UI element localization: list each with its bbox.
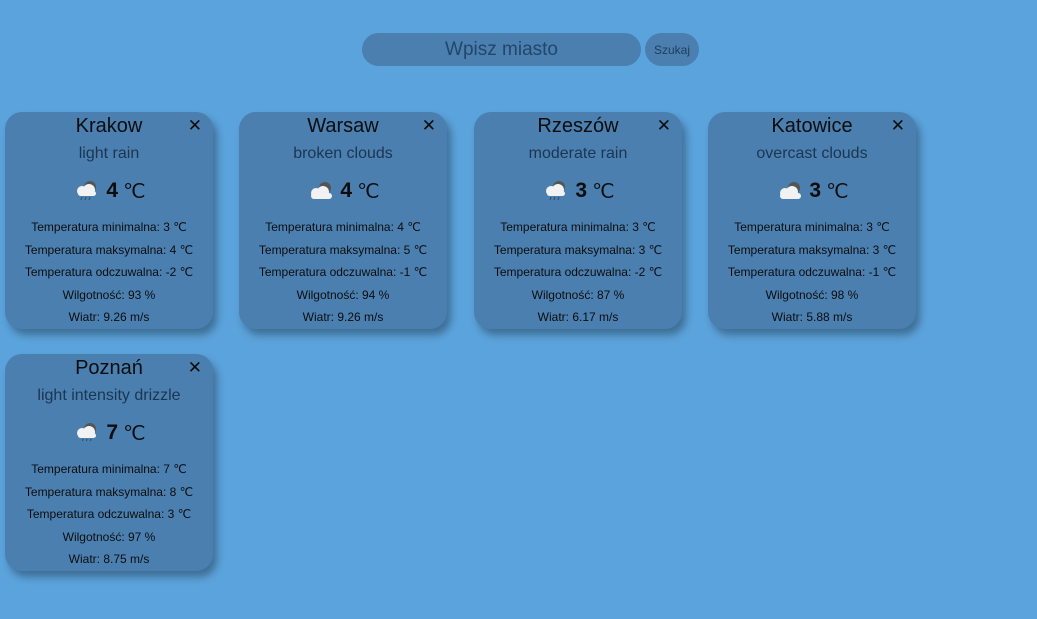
search-bar: Szukaj <box>362 33 699 66</box>
min-temperature: Temperatura minimalna: 7 ℃ <box>31 462 187 476</box>
feels-like-temperature: Temperatura odczuwalna: -2 ℃ <box>493 265 663 279</box>
card-temperature: 4 ℃ <box>5 178 213 204</box>
card-details: Temperatura minimalna: 4 ℃ Temperatura m… <box>239 216 447 329</box>
temperature-unit: ℃ <box>123 180 146 203</box>
search-button[interactable]: Szukaj <box>645 33 699 66</box>
card-description: light rain <box>78 145 140 162</box>
card-city-name: Warsaw <box>307 115 379 137</box>
close-icon[interactable]: ✕ <box>891 116 905 136</box>
max-temperature: Temperatura maksymalna: 4 ℃ <box>24 242 194 257</box>
max-temperature: Temperatura maksymalna: 3 ℃ <box>727 242 897 257</box>
feels-like-temperature: Temperatura odczuwalna: -2 ℃ <box>24 265 194 279</box>
temperature-value: 7 <box>106 421 119 444</box>
feels-like-temperature: Temperatura odczuwalna: -1 ℃ <box>727 265 897 279</box>
card-description: broken clouds <box>293 145 393 162</box>
humidity: Wilgotność: 98 % <box>765 287 859 302</box>
feels-like-temperature: Temperatura odczuwalna: -1 ℃ <box>258 265 428 279</box>
wind-speed: Wiatr: 5.88 m/s <box>771 310 853 324</box>
min-temperature: Temperatura minimalna: 3 ℃ <box>500 220 656 234</box>
clouds-icon <box>780 182 802 199</box>
rain-cloud-icon <box>546 181 566 201</box>
close-icon[interactable]: ✕ <box>188 358 202 378</box>
max-temperature: Temperatura maksymalna: 8 ℃ <box>24 484 194 499</box>
drizzle-cloud-icon <box>77 423 97 442</box>
clouds-icon <box>311 182 333 199</box>
card-city-name: Katowice <box>771 115 853 137</box>
weather-card-rzeszow: Rzeszów ✕ moderate rain 3 ℃ Temperatura … <box>474 112 682 329</box>
humidity: Wilgotność: 87 % <box>531 287 625 302</box>
temperature-unit: ℃ <box>123 422 146 445</box>
max-temperature: Temperatura maksymalna: 5 ℃ <box>258 242 428 257</box>
temperature-unit: ℃ <box>357 180 380 203</box>
search-input[interactable] <box>362 33 641 66</box>
temperature-unit: ℃ <box>592 180 615 203</box>
min-temperature: Temperatura minimalna: 3 ℃ <box>31 220 187 234</box>
card-city-name: Krakow <box>75 115 143 137</box>
close-icon[interactable]: ✕ <box>188 116 202 136</box>
card-description: light intensity drizzle <box>37 387 181 404</box>
temperature-value: 4 <box>340 179 353 202</box>
weather-card-poznan: Poznań ✕ light intensity drizzle 7 ℃ Tem… <box>5 354 213 571</box>
weather-card-katowice: Katowice ✕ overcast clouds 3 ℃ Temperatu… <box>708 112 916 329</box>
temperature-unit: ℃ <box>826 180 849 203</box>
min-temperature: Temperatura minimalna: 4 ℃ <box>265 220 421 234</box>
card-city-name: Poznań <box>75 357 143 379</box>
wind-speed: Wiatr: 8.75 m/s <box>68 552 150 566</box>
card-temperature: 3 ℃ <box>708 178 916 204</box>
weather-card-warsaw: Warsaw ✕ broken clouds 4 ℃ Temperatura m… <box>239 112 447 329</box>
card-temperature: 4 ℃ <box>239 178 447 204</box>
temperature-value: 3 <box>809 179 822 202</box>
card-details: Temperatura minimalna: 3 ℃ Temperatura m… <box>5 216 213 329</box>
card-temperature: 7 ℃ <box>5 420 213 446</box>
humidity: Wilgotność: 93 % <box>62 287 156 302</box>
wind-speed: Wiatr: 6.17 m/s <box>537 310 619 324</box>
close-icon[interactable]: ✕ <box>657 116 671 136</box>
humidity: Wilgotność: 97 % <box>62 529 156 544</box>
rain-cloud-icon <box>77 181 97 201</box>
max-temperature: Temperatura maksymalna: 3 ℃ <box>493 242 663 257</box>
wind-speed: Wiatr: 9.26 m/s <box>302 310 384 324</box>
wind-speed: Wiatr: 9.26 m/s <box>68 310 150 324</box>
card-city-name: Rzeszów <box>537 115 619 137</box>
temperature-value: 3 <box>575 179 588 202</box>
close-icon[interactable]: ✕ <box>422 116 436 136</box>
card-details: Temperatura minimalna: 3 ℃ Temperatura m… <box>708 216 916 329</box>
card-description: overcast clouds <box>756 145 868 162</box>
min-temperature: Temperatura minimalna: 3 ℃ <box>734 220 890 234</box>
weather-card-krakow: Krakow ✕ light rain 4 ℃ Temperatura mini… <box>5 112 213 329</box>
card-details: Temperatura minimalna: 3 ℃ Temperatura m… <box>474 216 682 329</box>
temperature-value: 4 <box>106 179 119 202</box>
humidity: Wilgotność: 94 % <box>296 287 390 302</box>
card-temperature: 3 ℃ <box>474 178 682 204</box>
feels-like-temperature: Temperatura odczuwalna: 3 ℃ <box>26 507 192 521</box>
card-details: Temperatura minimalna: 7 ℃ Temperatura m… <box>5 458 213 571</box>
card-description: moderate rain <box>528 145 628 162</box>
